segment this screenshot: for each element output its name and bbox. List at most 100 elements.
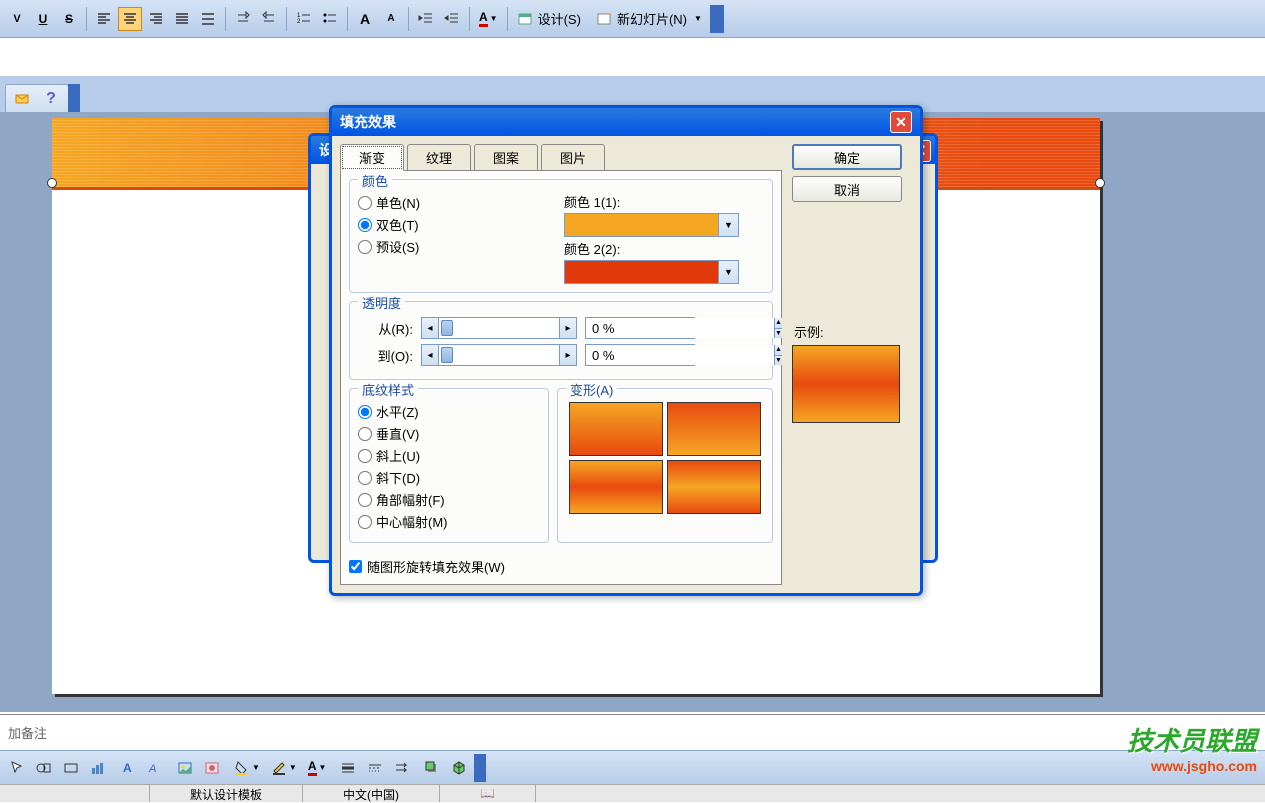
- trans-to-input[interactable]: [586, 345, 774, 365]
- bottom-end-grip[interactable]: [474, 754, 486, 782]
- line-color-icon[interactable]: ▼: [267, 756, 301, 780]
- design-toolbar-button[interactable]: 设计(S): [513, 7, 590, 31]
- chart-icon[interactable]: [86, 756, 110, 780]
- color2-picker[interactable]: ▼: [564, 260, 739, 284]
- status-bar: 默认设计模板 中文(中国) 📖: [0, 784, 1265, 802]
- rotate-with-shape-checkbox[interactable]: 随图形旋转填充效果(W): [349, 557, 773, 576]
- mail-icon[interactable]: [11, 87, 35, 111]
- line-style-icon[interactable]: [336, 756, 360, 780]
- tab-texture[interactable]: 纹理: [407, 144, 471, 171]
- dialog-close-button[interactable]: ✕: [890, 111, 912, 133]
- watermark-url: www.jsgho.com: [1127, 758, 1257, 774]
- increase-font-button[interactable]: A: [353, 7, 377, 31]
- slider-thumb[interactable]: [441, 320, 453, 336]
- font-color-draw-icon[interactable]: A▼: [304, 756, 331, 780]
- spin-down[interactable]: ▼: [774, 329, 782, 339]
- color-fieldset: 颜色 单色(N) 双色(T) 预设(S) 颜色 1(1): ▼: [349, 179, 773, 293]
- font-color-button[interactable]: A▼: [475, 7, 502, 31]
- numbered-list-button[interactable]: 12: [292, 7, 316, 31]
- watermark-text: 技术员联盟: [1127, 721, 1257, 758]
- trans-from-input[interactable]: [586, 318, 774, 338]
- color2-dropdown[interactable]: ▼: [718, 261, 738, 283]
- dash-style-icon[interactable]: [363, 756, 387, 780]
- text-box-icon[interactable]: A: [116, 756, 140, 780]
- color2-label: 颜色 2(2):: [564, 239, 764, 258]
- secondary-end-grip[interactable]: [68, 84, 80, 112]
- radio-diag-down[interactable]: 斜下(D): [358, 468, 540, 487]
- trans-from-label: 从(R):: [358, 319, 413, 338]
- tab-pattern[interactable]: 图案: [474, 144, 538, 171]
- help-button[interactable]: ?: [39, 87, 63, 111]
- variant-3[interactable]: [569, 460, 663, 514]
- selection-handle-right[interactable]: [1095, 178, 1105, 188]
- ok-button[interactable]: 确定: [792, 144, 902, 170]
- transparency-legend: 透明度: [358, 293, 405, 312]
- distribute-button[interactable]: [196, 7, 220, 31]
- decrease-indent-button[interactable]: [414, 7, 438, 31]
- slider-dec[interactable]: ◂: [421, 344, 439, 366]
- align-justify-button[interactable]: [170, 7, 194, 31]
- rectangle-icon[interactable]: [59, 756, 83, 780]
- rtl-button[interactable]: [257, 7, 281, 31]
- tab-picture[interactable]: 图片: [541, 144, 605, 171]
- dialog-tabs: 渐变 纹理 图案 图片: [340, 144, 782, 171]
- shadow-icon[interactable]: [420, 756, 444, 780]
- color1-dropdown[interactable]: ▼: [718, 214, 738, 236]
- autoshapes-icon[interactable]: [32, 756, 56, 780]
- bullet-list-button[interactable]: [318, 7, 342, 31]
- trans-from-slider[interactable]: ◂ ▸: [421, 317, 577, 339]
- radio-two-color[interactable]: 双色(T): [358, 215, 564, 234]
- wordart-icon[interactable]: A: [143, 756, 167, 780]
- slider-inc[interactable]: ▸: [559, 317, 577, 339]
- arrow-style-icon[interactable]: [390, 756, 414, 780]
- radio-vertical[interactable]: 垂直(V): [358, 424, 540, 443]
- key-v-icon[interactable]: V: [5, 7, 29, 31]
- color1-picker[interactable]: ▼: [564, 213, 739, 237]
- formatting-toolbar: V U S 12 A A A▼ 设计(S) 新幻灯片(N)▼: [0, 0, 1265, 38]
- 3d-icon[interactable]: [447, 756, 471, 780]
- radio-preset[interactable]: 预设(S): [358, 237, 564, 256]
- align-right-button[interactable]: [144, 7, 168, 31]
- color2-swatch: [565, 261, 718, 283]
- insert-picture-icon[interactable]: [173, 756, 197, 780]
- spin-up[interactable]: ▲: [774, 318, 782, 329]
- cancel-button[interactable]: 取消: [792, 176, 902, 202]
- spin-up[interactable]: ▲: [774, 345, 782, 356]
- status-spellcheck-icon[interactable]: 📖: [440, 785, 536, 802]
- shading-style-fieldset: 底纹样式 水平(Z) 垂直(V) 斜上(U) 斜下(D) 角部幅射(F) 中心幅…: [349, 388, 549, 543]
- new-slide-button[interactable]: 新幻灯片(N)▼: [592, 7, 706, 31]
- slider-dec[interactable]: ◂: [421, 317, 439, 339]
- variant-2[interactable]: [667, 402, 761, 456]
- ltr-button[interactable]: [231, 7, 255, 31]
- fill-color-icon[interactable]: ▼: [230, 756, 264, 780]
- trans-from-spinner[interactable]: ▲▼: [585, 317, 695, 339]
- dialog-titlebar[interactable]: 填充效果 ✕: [332, 108, 920, 136]
- align-center-button[interactable]: [118, 7, 142, 31]
- trans-to-slider[interactable]: ◂ ▸: [421, 344, 577, 366]
- style-legend: 底纹样式: [358, 380, 418, 399]
- radio-diag-up[interactable]: 斜上(U): [358, 446, 540, 465]
- radio-from-corner[interactable]: 角部幅射(F): [358, 490, 540, 509]
- slider-inc[interactable]: ▸: [559, 344, 577, 366]
- trans-to-spinner[interactable]: ▲▼: [585, 344, 695, 366]
- select-objects-icon[interactable]: [5, 756, 29, 780]
- slider-thumb[interactable]: [441, 347, 453, 363]
- radio-single-color[interactable]: 单色(N): [358, 193, 564, 212]
- radio-from-center[interactable]: 中心幅射(M): [358, 512, 540, 531]
- drawing-toolbar: A A ▼ ▼ A▼: [0, 750, 1265, 784]
- tab-panel: 颜色 单色(N) 双色(T) 预设(S) 颜色 1(1): ▼: [340, 170, 782, 585]
- radio-horizontal[interactable]: 水平(Z): [358, 402, 540, 421]
- variant-1[interactable]: [569, 402, 663, 456]
- spin-down[interactable]: ▼: [774, 356, 782, 366]
- selection-handle-left[interactable]: [47, 178, 57, 188]
- strikethrough-button[interactable]: S: [57, 7, 81, 31]
- variant-4[interactable]: [667, 460, 761, 514]
- align-left-button[interactable]: [92, 7, 116, 31]
- increase-indent-button[interactable]: [440, 7, 464, 31]
- insert-clipart-icon[interactable]: [200, 756, 224, 780]
- tab-gradient[interactable]: 渐变: [340, 144, 404, 171]
- decrease-font-button[interactable]: A: [379, 7, 403, 31]
- toolbar-end-grip[interactable]: [710, 5, 724, 33]
- underline-button[interactable]: U: [31, 7, 55, 31]
- notes-pane[interactable]: 加备注: [0, 714, 1265, 750]
